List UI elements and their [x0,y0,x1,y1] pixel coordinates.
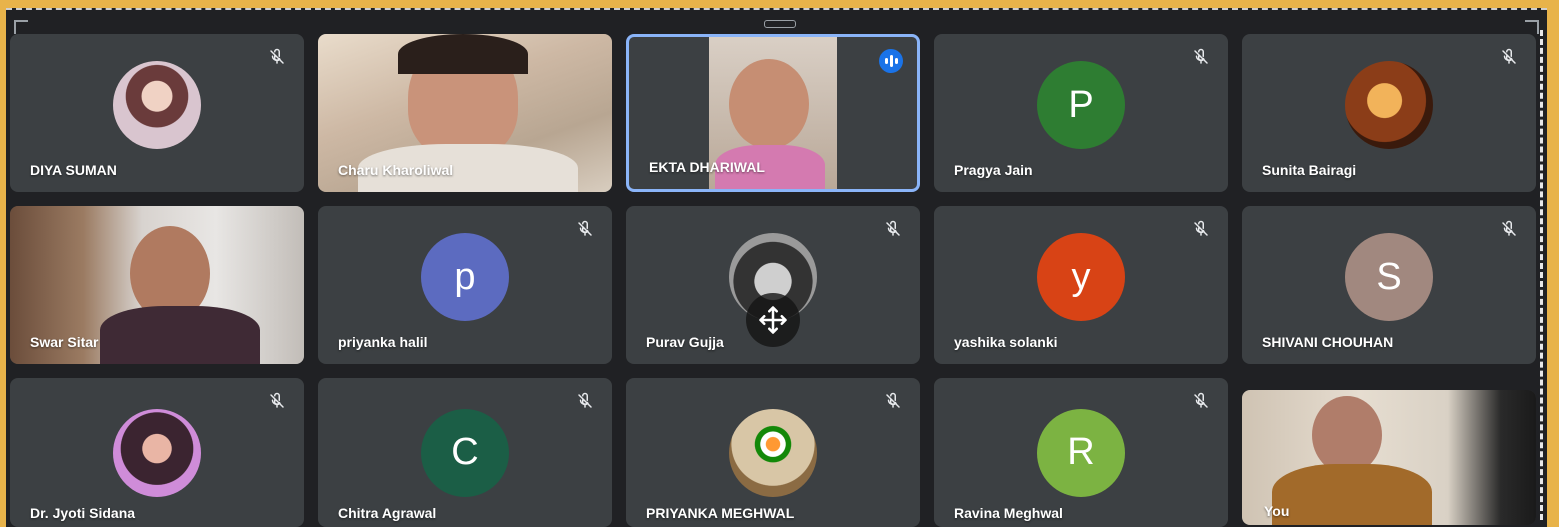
participant-tile[interactable]: Purav Gujja [626,206,920,364]
meeting-grid: DIYA SUMAN Charu Kharoliwal EKTA DHARIWA… [6,8,1547,527]
avatar: p [421,233,509,322]
participant-tile[interactable]: R Ravina Meghwal [934,378,1228,527]
participant-name: Sunita Bairagi [1262,162,1357,178]
participant-name: SHIVANI CHOUHAN [1262,334,1394,350]
audio-level-icon [879,49,903,73]
avatar: P [1037,61,1125,150]
avatar [113,61,201,150]
mic-off-icon [886,392,900,408]
participant-name: Charu Kharoliwal [338,162,454,178]
participant-tile[interactable]: P Pragya Jain [934,34,1228,192]
avatar [1345,61,1433,150]
participant-name: Swar Sitar [30,334,99,350]
participant-tile[interactable]: Sunita Bairagi [1242,34,1536,192]
participant-figure [1312,396,1382,474]
participant-name: yashika solanki [954,334,1058,350]
participant-tile[interactable]: PRIYANKA MEGHWAL [626,378,920,527]
participant-tile[interactable]: y yashika solanki [934,206,1228,364]
participant-name: You [1264,503,1290,519]
participant-tile[interactable]: Charu Kharoliwal [318,34,612,192]
clothing [100,306,260,364]
participant-tile[interactable]: C Chitra Agrawal [318,378,612,527]
panel-drag-handle[interactable] [764,20,796,28]
mic-off-icon [578,220,592,236]
hair [398,34,528,74]
participant-name: DIYA SUMAN [30,162,117,178]
mic-off-icon [270,48,284,64]
participant-name: priyanka halil [338,334,428,350]
participant-tile[interactable]: p priyanka halil [318,206,612,364]
mic-off-icon [886,220,900,236]
participant-figure [729,59,809,149]
participant-name: PRIYANKA MEGHWAL [646,505,795,521]
selection-border [1540,30,1543,520]
self-view-tile[interactable]: You [1242,390,1536,525]
mic-off-icon [1502,48,1516,64]
participant-name: Dr. Jyoti Sidana [30,505,136,521]
avatar: y [1037,233,1125,322]
mic-off-icon [270,392,284,408]
mic-off-icon [1194,48,1208,64]
corner-bracket-icon [14,20,28,34]
move-arrows-icon[interactable] [746,292,800,347]
participant-name: EKTA DHARIWAL [649,159,765,175]
participant-tile[interactable]: DIYA SUMAN [10,34,304,192]
participant-name: Purav Gujja [646,334,724,350]
participant-tile-active-speaker[interactable]: EKTA DHARIWAL [626,34,920,192]
avatar [113,408,201,497]
corner-bracket-icon [1525,20,1539,34]
mic-off-icon [1502,220,1516,236]
mic-off-icon [578,392,592,408]
avatar [729,408,817,497]
participant-tile[interactable]: Swar Sitar [10,206,304,364]
participant-name: Pragya Jain [954,162,1033,178]
avatar: S [1345,233,1433,322]
participant-tile[interactable]: S SHIVANI CHOUHAN [1242,206,1536,364]
participant-name: Chitra Agrawal [338,505,437,521]
mic-off-icon [1194,220,1208,236]
participant-tile[interactable]: Dr. Jyoti Sidana [10,378,304,527]
mic-off-icon [1194,392,1208,408]
participant-name: Ravina Meghwal [954,505,1063,521]
avatar: C [421,408,509,497]
clothing [1272,464,1432,525]
avatar: R [1037,408,1125,497]
